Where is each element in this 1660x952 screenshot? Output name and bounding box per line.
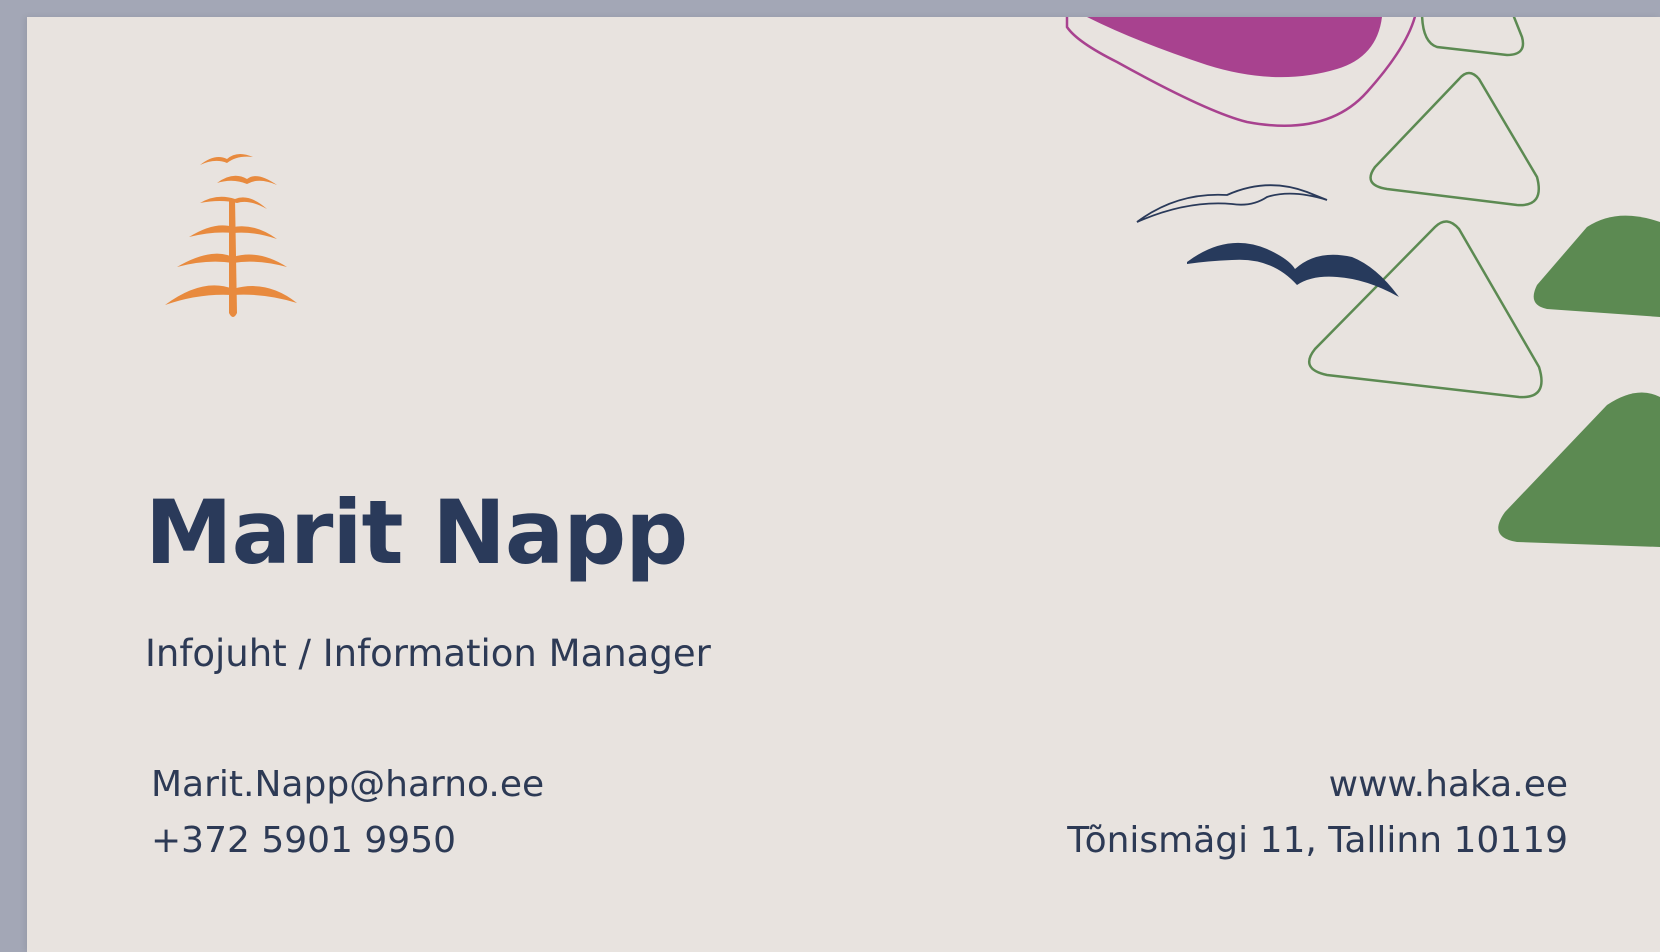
green-filled-shape-lower bbox=[1498, 392, 1660, 547]
job-title: Infojuht / Information Manager bbox=[145, 632, 711, 675]
email-text: Marit.Napp@harno.ee bbox=[151, 764, 545, 805]
business-card: Marit Napp Infojuht / Information Manage… bbox=[27, 17, 1660, 952]
contact-block-right: www.haka.ee Tõnismägi 11, Tallinn 10119 bbox=[1067, 757, 1568, 869]
green-triangle-outline-mid bbox=[1369, 71, 1540, 207]
address-text: Tõnismägi 11, Tallinn 10119 bbox=[1067, 820, 1568, 861]
magenta-blob-shape bbox=[1087, 17, 1382, 78]
phone-text: +372 5901 9950 bbox=[151, 820, 456, 861]
contact-block-left: Marit.Napp@harno.ee +372 5901 9950 bbox=[151, 757, 544, 869]
tree-with-birds-icon bbox=[165, 153, 297, 317]
dark-bird-icon bbox=[1187, 242, 1399, 297]
person-name: Marit Napp bbox=[145, 481, 688, 584]
website-text: www.haka.ee bbox=[1328, 764, 1568, 805]
outline-bird-icon bbox=[1136, 184, 1328, 223]
green-filled-shape-upper bbox=[1533, 215, 1660, 317]
green-triangle-outline-small bbox=[1420, 17, 1525, 57]
green-triangle-outline-large bbox=[1307, 220, 1543, 399]
